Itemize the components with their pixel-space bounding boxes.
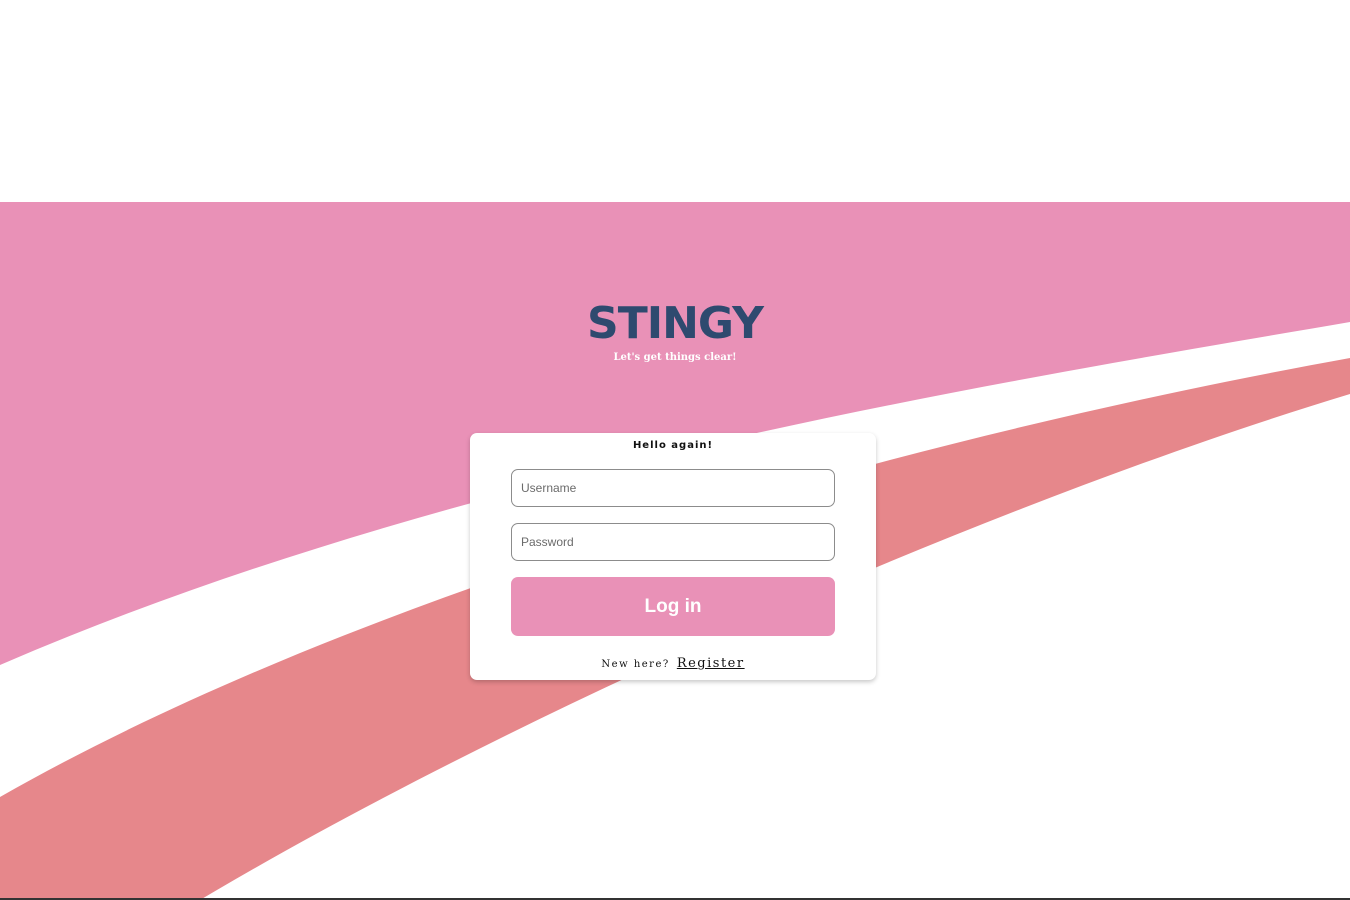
login-title: Hello again! xyxy=(632,440,714,451)
register-link[interactable]: Register xyxy=(677,656,745,671)
register-prompt: New here? xyxy=(601,659,670,670)
password-input[interactable] xyxy=(511,523,835,561)
brand-logo: STINGY xyxy=(587,298,764,349)
brand-tagline: Let's get things clear! xyxy=(613,352,737,363)
username-input[interactable] xyxy=(511,469,835,507)
brand-header: STINGY Let's get things clear! xyxy=(0,298,1350,363)
login-card: Hello again! Log in New here? Register xyxy=(470,433,876,680)
login-button[interactable]: Log in xyxy=(511,577,835,636)
register-row: New here? Register xyxy=(470,652,876,671)
login-page: STINGY Let's get things clear! Hello aga… xyxy=(0,0,1350,900)
